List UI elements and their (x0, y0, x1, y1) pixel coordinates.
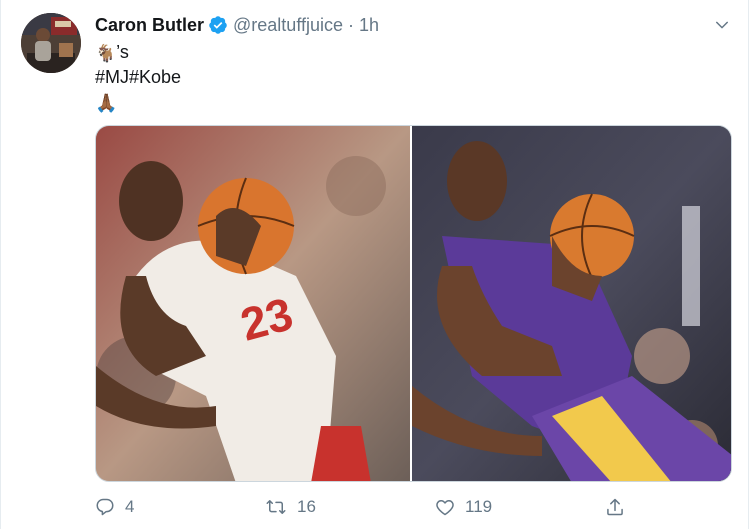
tweet-actions: 4 16 119 (95, 493, 655, 521)
author-name[interactable]: Caron Butler (95, 15, 204, 36)
hashtags-link[interactable]: #MJ#Kobe (95, 65, 181, 90)
tweet-card[interactable]: Caron Butler @realtuffjuice · 1h 🐐’s #MJ… (0, 0, 749, 529)
retweet-count: 16 (297, 497, 316, 516)
author-avatar[interactable] (21, 13, 81, 73)
like-button[interactable]: 119 (435, 497, 492, 517)
retweet-icon (265, 497, 287, 517)
tweet-menu-chevron-down-icon[interactable] (709, 12, 735, 38)
tweet-line-1-suffix: ’s (116, 42, 129, 62)
reply-icon (95, 497, 115, 517)
media-photo-left[interactable]: 23 (96, 126, 410, 481)
verified-badge-icon (208, 15, 228, 35)
heart-icon (435, 497, 455, 517)
share-button[interactable] (605, 497, 625, 517)
tweet-media[interactable]: 23 (95, 125, 732, 482)
tweet-header: Caron Butler @realtuffjuice · 1h (95, 12, 379, 38)
tweet-line-1: 🐐’s (95, 40, 181, 65)
praying-hands-emoji: 🙏🏾 (95, 92, 118, 113)
reply-button[interactable]: 4 (95, 497, 134, 517)
tweet-timestamp[interactable]: 1h (359, 15, 379, 36)
goat-emoji: 🐐 (95, 43, 117, 63)
like-count: 119 (465, 497, 493, 516)
media-photo-right[interactable] (410, 126, 731, 481)
retweet-button[interactable]: 16 (265, 497, 316, 517)
tweet-text: 🐐’s #MJ#Kobe 🙏🏾 (95, 40, 181, 115)
reply-count: 4 (125, 497, 135, 516)
share-icon (605, 497, 625, 517)
tweet-line-3: 🙏🏾 (95, 90, 181, 115)
header-separator: · (348, 14, 355, 35)
author-handle[interactable]: @realtuffjuice (233, 15, 343, 36)
